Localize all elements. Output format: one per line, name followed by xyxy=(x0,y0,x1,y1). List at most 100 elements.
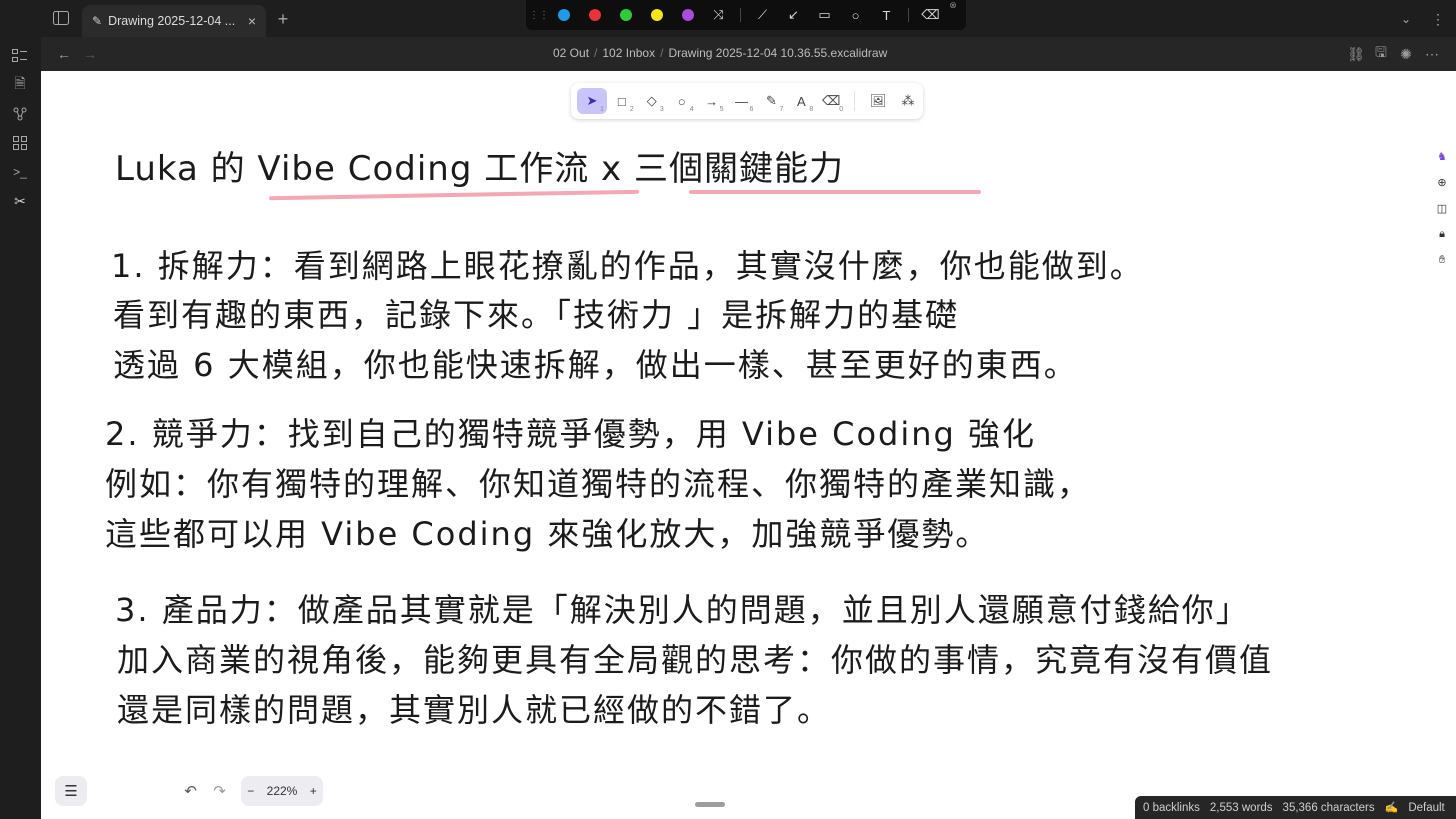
color-swatch-purple[interactable] xyxy=(672,0,703,30)
new-tab-icon[interactable]: + xyxy=(274,9,292,29)
undo-icon[interactable]: ↶ xyxy=(184,782,197,800)
square-icon: □ xyxy=(617,93,626,109)
back-icon[interactable]: ← xyxy=(55,45,73,63)
more-options-icon[interactable]: ⋯ xyxy=(1423,45,1441,63)
text-a-icon: A xyxy=(796,93,806,109)
color-swatch-yellow[interactable] xyxy=(641,0,672,30)
image-tool[interactable]: 🖼 xyxy=(863,88,893,114)
eraser-icon: ⌫ xyxy=(822,93,841,108)
scroll-handle[interactable] xyxy=(695,802,725,807)
drawing-title[interactable]: Luka 的 Vibe Coding 工作流 x 三個關鍵能力 xyxy=(115,141,844,190)
note-icon[interactable]: 🗎 xyxy=(10,75,30,95)
line-icon[interactable]: ⟋ xyxy=(747,0,778,30)
shortcut-key: 3 xyxy=(659,106,664,113)
shapes-library-tool[interactable]: ⁂ xyxy=(893,88,923,114)
excalidraw-canvas[interactable]: ➤ 1 □ 2 ◇ 3 ○ 4 → 5 —6 ✎ 7 A8 ⌫ 0 🖼 ⁂ Luka 的 Vi… xyxy=(41,71,1456,819)
app-window: ✎ Drawing 2025-12-04 ... × + ⌄ ⋮ ⋮⋮ ⤨ ⟋ … xyxy=(0,0,1456,819)
link-icon[interactable]: ⛓ xyxy=(1347,45,1365,63)
zoom-out-button[interactable]: − xyxy=(247,784,254,798)
excalidraw-tool-icon[interactable]: ✂ xyxy=(10,191,30,211)
breadcrumb-sep: / xyxy=(594,46,598,60)
draw-tool[interactable]: ✎ 7 xyxy=(756,88,786,114)
ellipse-tool[interactable]: ○ 4 xyxy=(667,88,697,114)
split-view-icon[interactable]: ◫ xyxy=(1434,200,1450,216)
color-dot xyxy=(619,9,632,21)
grid-icon[interactable] xyxy=(10,133,30,153)
shortcut-key: 8 xyxy=(809,106,814,113)
breadcrumb-folder-out[interactable]: 02 Out xyxy=(553,46,589,60)
rectangle-icon[interactable]: ▭ xyxy=(809,0,840,30)
title-underline xyxy=(689,190,981,194)
more-icon[interactable]: ⋮ xyxy=(1428,9,1448,29)
line-tool[interactable]: —6 xyxy=(727,88,757,114)
zoom-in-button[interactable]: + xyxy=(310,784,317,798)
image-icon: 🖼 xyxy=(869,93,887,108)
main-menu-button[interactable]: ☰ xyxy=(55,776,87,806)
redo-icon[interactable]: ↷ xyxy=(213,782,226,800)
ai-assistant-icon[interactable]: ♞ xyxy=(1434,148,1450,164)
section3-line3[interactable]: 還是同樣的問題，其實別人就已經做的不錯了。 xyxy=(117,685,831,731)
file-explorer-icon[interactable] xyxy=(10,46,30,66)
tab-title: Drawing 2025-12-04 ... xyxy=(108,14,236,28)
graph-icon[interactable] xyxy=(10,104,30,124)
section3-line2[interactable]: 加入商業的視角後，能夠更具有全局觀的思考：你做的事情，究竟有沒有價值 xyxy=(117,635,1273,681)
drag-handle-icon[interactable]: ⋮⋮ xyxy=(529,0,549,30)
arrow-tool[interactable]: → 5 xyxy=(697,88,727,114)
hamburger-icon: ☰ xyxy=(64,783,78,800)
section1-line1[interactable]: 1. 拆解力：看到網路上眼花撩亂的作品，其實沒什麼，你也能做到。 xyxy=(111,241,1144,287)
section2-line3[interactable]: 這些都可以用 Vibe Coding 來強化放大，加強競爭優勢。 xyxy=(105,509,989,555)
text-icon[interactable]: T xyxy=(871,0,902,30)
color-swatch-blue[interactable] xyxy=(548,0,579,30)
color-dot xyxy=(557,9,570,21)
forward-icon[interactable]: → xyxy=(81,45,99,63)
shapes-icon: ⁂ xyxy=(901,93,915,108)
breadcrumb-sep: / xyxy=(660,46,664,60)
character-count: 35,366 characters xyxy=(1282,801,1375,814)
section2-line2[interactable]: 例如：你有獨特的理解、你知道獨特的流程、你獨特的產業知識， xyxy=(105,459,1091,505)
line-icon: — xyxy=(734,93,748,109)
selection-tool[interactable]: ➤ 1 xyxy=(577,88,607,114)
save-icon[interactable]: 🖫 xyxy=(1372,44,1390,63)
view-header: ← → 02 Out / 102 Inbox / Drawing 2025-12-04 … xyxy=(41,37,1456,71)
hand-icon[interactable]: ✋︎ xyxy=(1434,252,1450,268)
rectangle-tool[interactable]: □ 2 xyxy=(607,88,637,114)
section1-line3[interactable]: 透過 6 大模組，你也能快速拆解，做出一樣、甚至更好的東西。 xyxy=(113,340,1078,386)
add-file-icon[interactable]: ⊕ xyxy=(1434,174,1450,190)
chevron-down-icon[interactable]: ⌄ xyxy=(1398,11,1414,27)
openai-icon[interactable]: ✺ xyxy=(1397,45,1415,63)
breadcrumb: 02 Out / 102 Inbox / Drawing 2025-12-04 10.3… xyxy=(553,46,887,60)
color-swatch-green[interactable] xyxy=(610,0,641,30)
pen-mode-icon[interactable]: ✍ xyxy=(1385,801,1399,814)
terminal-icon[interactable]: >_ xyxy=(10,162,30,182)
status-bar: 0 backlinks 2,553 words 35,366 character… xyxy=(1135,796,1456,819)
arrow-right-icon: → xyxy=(705,93,719,109)
breadcrumb-folder-inbox[interactable]: 102 Inbox xyxy=(602,46,655,60)
tab-drawing[interactable]: ✎ Drawing 2025-12-04 ... × xyxy=(82,5,266,37)
sidebar-toggle-icon[interactable] xyxy=(52,10,70,26)
eraser-icon[interactable]: ⌫ xyxy=(915,0,946,30)
shortcut-key: 4 xyxy=(689,106,694,113)
arrow-icon[interactable]: ↙ xyxy=(778,0,809,30)
color-dot xyxy=(588,9,601,21)
lock-icon[interactable]: 🔒︎ xyxy=(1434,226,1450,242)
eraser-tool[interactable]: ⌫ 0 xyxy=(816,88,846,114)
breadcrumb-file[interactable]: Drawing 2025-12-04 10.36.55.excalidraw xyxy=(668,46,887,60)
close-icon[interactable]: ⊗ xyxy=(946,0,960,30)
shortcut-key: 6 xyxy=(749,106,754,113)
excalidraw-toolbar: ➤ 1 □ 2 ◇ 3 ○ 4 → 5 —6 ✎ 7 A8 ⌫ 0 🖼 ⁂ xyxy=(571,83,923,119)
pencil-icon: ✎ xyxy=(765,93,777,108)
diamond-tool[interactable]: ◇ 3 xyxy=(637,88,667,114)
circle-icon[interactable]: ○ xyxy=(840,0,871,30)
shuffle-icon[interactable]: ⤨ xyxy=(703,0,734,30)
section3-line1[interactable]: 3. 產品力：做產品其實就是「解決別人的問題，並且別人還願意付錢給你」 xyxy=(115,585,1250,631)
diamond-icon: ◇ xyxy=(646,93,657,108)
color-swatch-red[interactable] xyxy=(579,0,610,30)
backlinks-count[interactable]: 0 backlinks xyxy=(1143,802,1200,814)
excalidraw-icon: ✎ xyxy=(92,14,103,28)
close-tab-icon[interactable]: × xyxy=(248,13,256,29)
section1-line2[interactable]: 看到有趣的東西，記錄下來。「技術力 」是拆解力的基礎 xyxy=(113,290,959,336)
text-tool[interactable]: A8 xyxy=(786,88,816,114)
section2-line1[interactable]: 2. 競爭力：找到自己的獨特競爭優勢，用 Vibe Coding 強化 xyxy=(105,409,1036,455)
mode-label[interactable]: Default xyxy=(1408,802,1444,814)
zoom-level[interactable]: 222% xyxy=(267,784,298,798)
